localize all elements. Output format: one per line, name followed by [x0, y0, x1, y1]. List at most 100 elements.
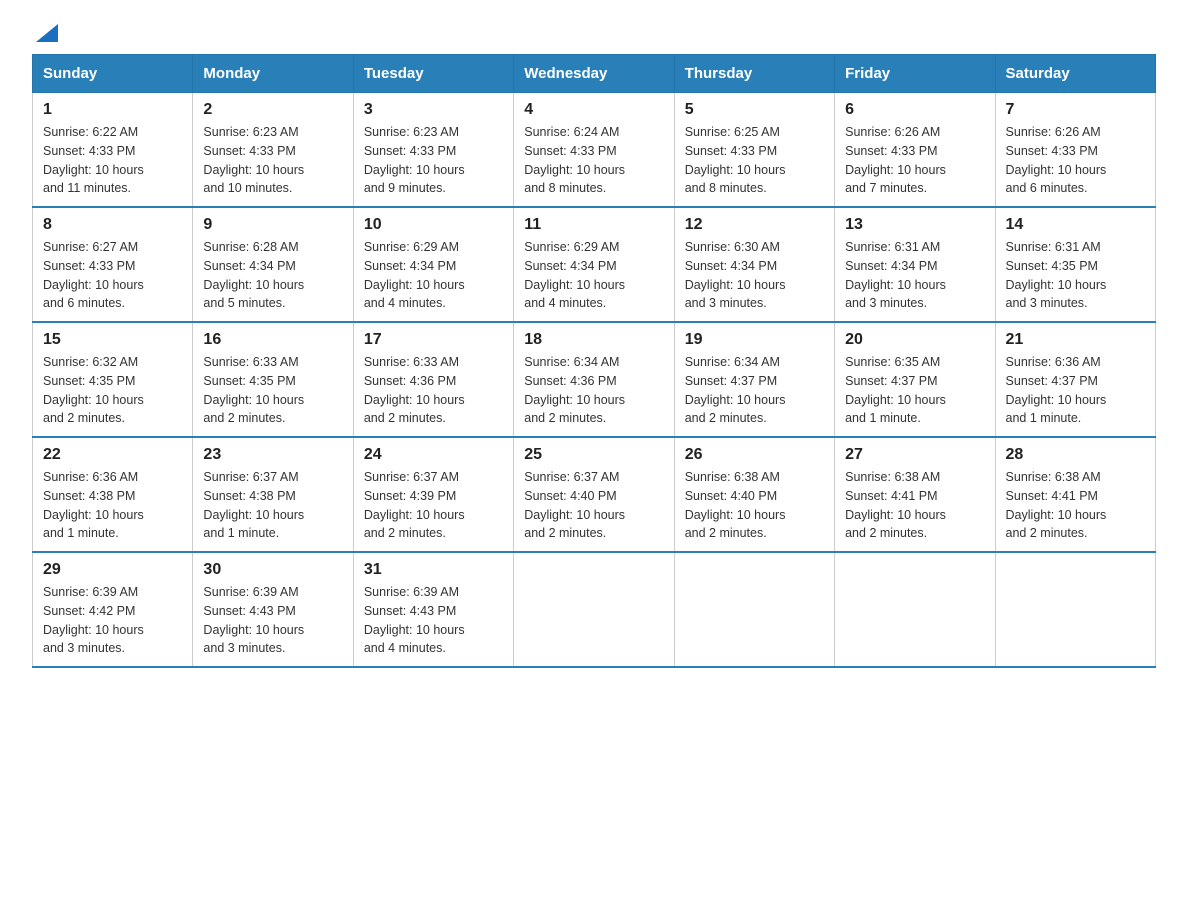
calendar-week-row: 29 Sunrise: 6:39 AMSunset: 4:42 PMDaylig…: [33, 552, 1156, 667]
day-info: Sunrise: 6:30 AMSunset: 4:34 PMDaylight:…: [685, 240, 786, 310]
day-number: 8: [43, 216, 182, 234]
day-info: Sunrise: 6:36 AMSunset: 4:37 PMDaylight:…: [1006, 355, 1107, 425]
day-number: 22: [43, 446, 182, 464]
day-info: Sunrise: 6:37 AMSunset: 4:40 PMDaylight:…: [524, 470, 625, 540]
calendar-day-cell: 8 Sunrise: 6:27 AMSunset: 4:33 PMDayligh…: [33, 207, 193, 322]
day-info: Sunrise: 6:26 AMSunset: 4:33 PMDaylight:…: [845, 125, 946, 195]
day-number: 26: [685, 446, 824, 464]
day-info: Sunrise: 6:38 AMSunset: 4:41 PMDaylight:…: [1006, 470, 1107, 540]
day-info: Sunrise: 6:27 AMSunset: 4:33 PMDaylight:…: [43, 240, 144, 310]
calendar-day-cell: [674, 552, 834, 667]
day-info: Sunrise: 6:34 AMSunset: 4:36 PMDaylight:…: [524, 355, 625, 425]
day-number: 11: [524, 216, 663, 234]
day-number: 9: [203, 216, 342, 234]
day-number: 23: [203, 446, 342, 464]
calendar-day-cell: [514, 552, 674, 667]
calendar-day-cell: 31 Sunrise: 6:39 AMSunset: 4:43 PMDaylig…: [353, 552, 513, 667]
day-info: Sunrise: 6:35 AMSunset: 4:37 PMDaylight:…: [845, 355, 946, 425]
day-info: Sunrise: 6:31 AMSunset: 4:34 PMDaylight:…: [845, 240, 946, 310]
day-number: 13: [845, 216, 984, 234]
calendar-day-cell: [995, 552, 1155, 667]
calendar-day-cell: 4 Sunrise: 6:24 AMSunset: 4:33 PMDayligh…: [514, 93, 674, 208]
day-info: Sunrise: 6:25 AMSunset: 4:33 PMDaylight:…: [685, 125, 786, 195]
day-number: 19: [685, 331, 824, 349]
col-header-thursday: Thursday: [674, 55, 834, 93]
day-info: Sunrise: 6:22 AMSunset: 4:33 PMDaylight:…: [43, 125, 144, 195]
calendar-week-row: 8 Sunrise: 6:27 AMSunset: 4:33 PMDayligh…: [33, 207, 1156, 322]
calendar-day-cell: 9 Sunrise: 6:28 AMSunset: 4:34 PMDayligh…: [193, 207, 353, 322]
calendar-day-cell: 18 Sunrise: 6:34 AMSunset: 4:36 PMDaylig…: [514, 322, 674, 437]
calendar-day-cell: 10 Sunrise: 6:29 AMSunset: 4:34 PMDaylig…: [353, 207, 513, 322]
day-number: 21: [1006, 331, 1145, 349]
calendar-day-cell: 13 Sunrise: 6:31 AMSunset: 4:34 PMDaylig…: [835, 207, 995, 322]
day-info: Sunrise: 6:31 AMSunset: 4:35 PMDaylight:…: [1006, 240, 1107, 310]
calendar-day-cell: 24 Sunrise: 6:37 AMSunset: 4:39 PMDaylig…: [353, 437, 513, 552]
calendar-day-cell: 19 Sunrise: 6:34 AMSunset: 4:37 PMDaylig…: [674, 322, 834, 437]
calendar-day-cell: 29 Sunrise: 6:39 AMSunset: 4:42 PMDaylig…: [33, 552, 193, 667]
day-number: 4: [524, 101, 663, 119]
calendar-day-cell: 12 Sunrise: 6:30 AMSunset: 4:34 PMDaylig…: [674, 207, 834, 322]
day-number: 27: [845, 446, 984, 464]
day-info: Sunrise: 6:36 AMSunset: 4:38 PMDaylight:…: [43, 470, 144, 540]
day-info: Sunrise: 6:29 AMSunset: 4:34 PMDaylight:…: [524, 240, 625, 310]
col-header-sunday: Sunday: [33, 55, 193, 93]
day-info: Sunrise: 6:39 AMSunset: 4:42 PMDaylight:…: [43, 585, 144, 655]
col-header-saturday: Saturday: [995, 55, 1155, 93]
day-info: Sunrise: 6:33 AMSunset: 4:35 PMDaylight:…: [203, 355, 304, 425]
day-number: 31: [364, 561, 503, 579]
day-number: 16: [203, 331, 342, 349]
day-info: Sunrise: 6:28 AMSunset: 4:34 PMDaylight:…: [203, 240, 304, 310]
logo-triangle-icon: [36, 24, 58, 42]
day-info: Sunrise: 6:38 AMSunset: 4:41 PMDaylight:…: [845, 470, 946, 540]
day-info: Sunrise: 6:38 AMSunset: 4:40 PMDaylight:…: [685, 470, 786, 540]
day-info: Sunrise: 6:24 AMSunset: 4:33 PMDaylight:…: [524, 125, 625, 195]
calendar-day-cell: 11 Sunrise: 6:29 AMSunset: 4:34 PMDaylig…: [514, 207, 674, 322]
day-number: 17: [364, 331, 503, 349]
calendar-day-cell: 16 Sunrise: 6:33 AMSunset: 4:35 PMDaylig…: [193, 322, 353, 437]
calendar-day-cell: 25 Sunrise: 6:37 AMSunset: 4:40 PMDaylig…: [514, 437, 674, 552]
day-info: Sunrise: 6:23 AMSunset: 4:33 PMDaylight:…: [364, 125, 465, 195]
calendar-week-row: 22 Sunrise: 6:36 AMSunset: 4:38 PMDaylig…: [33, 437, 1156, 552]
calendar-day-cell: 20 Sunrise: 6:35 AMSunset: 4:37 PMDaylig…: [835, 322, 995, 437]
day-number: 2: [203, 101, 342, 119]
day-info: Sunrise: 6:39 AMSunset: 4:43 PMDaylight:…: [364, 585, 465, 655]
day-number: 6: [845, 101, 984, 119]
calendar-day-cell: 22 Sunrise: 6:36 AMSunset: 4:38 PMDaylig…: [33, 437, 193, 552]
day-number: 18: [524, 331, 663, 349]
calendar-week-row: 15 Sunrise: 6:32 AMSunset: 4:35 PMDaylig…: [33, 322, 1156, 437]
calendar-week-row: 1 Sunrise: 6:22 AMSunset: 4:33 PMDayligh…: [33, 93, 1156, 208]
calendar-day-cell: 1 Sunrise: 6:22 AMSunset: 4:33 PMDayligh…: [33, 93, 193, 208]
day-number: 15: [43, 331, 182, 349]
day-number: 12: [685, 216, 824, 234]
day-info: Sunrise: 6:23 AMSunset: 4:33 PMDaylight:…: [203, 125, 304, 195]
day-info: Sunrise: 6:37 AMSunset: 4:38 PMDaylight:…: [203, 470, 304, 540]
day-number: 7: [1006, 101, 1145, 119]
day-number: 25: [524, 446, 663, 464]
day-info: Sunrise: 6:37 AMSunset: 4:39 PMDaylight:…: [364, 470, 465, 540]
day-number: 28: [1006, 446, 1145, 464]
calendar-header-row: SundayMondayTuesdayWednesdayThursdayFrid…: [33, 55, 1156, 93]
calendar-body: 1 Sunrise: 6:22 AMSunset: 4:33 PMDayligh…: [33, 93, 1156, 668]
calendar-day-cell: 17 Sunrise: 6:33 AMSunset: 4:36 PMDaylig…: [353, 322, 513, 437]
calendar-day-cell: 7 Sunrise: 6:26 AMSunset: 4:33 PMDayligh…: [995, 93, 1155, 208]
day-info: Sunrise: 6:26 AMSunset: 4:33 PMDaylight:…: [1006, 125, 1107, 195]
col-header-monday: Monday: [193, 55, 353, 93]
calendar-table: SundayMondayTuesdayWednesdayThursdayFrid…: [32, 54, 1156, 668]
day-number: 10: [364, 216, 503, 234]
calendar-day-cell: 26 Sunrise: 6:38 AMSunset: 4:40 PMDaylig…: [674, 437, 834, 552]
day-info: Sunrise: 6:33 AMSunset: 4:36 PMDaylight:…: [364, 355, 465, 425]
day-info: Sunrise: 6:39 AMSunset: 4:43 PMDaylight:…: [203, 585, 304, 655]
col-header-tuesday: Tuesday: [353, 55, 513, 93]
day-number: 30: [203, 561, 342, 579]
logo: [32, 24, 58, 42]
day-info: Sunrise: 6:34 AMSunset: 4:37 PMDaylight:…: [685, 355, 786, 425]
day-info: Sunrise: 6:32 AMSunset: 4:35 PMDaylight:…: [43, 355, 144, 425]
calendar-day-cell: [835, 552, 995, 667]
calendar-day-cell: 5 Sunrise: 6:25 AMSunset: 4:33 PMDayligh…: [674, 93, 834, 208]
day-number: 24: [364, 446, 503, 464]
calendar-day-cell: 2 Sunrise: 6:23 AMSunset: 4:33 PMDayligh…: [193, 93, 353, 208]
day-info: Sunrise: 6:29 AMSunset: 4:34 PMDaylight:…: [364, 240, 465, 310]
day-number: 5: [685, 101, 824, 119]
calendar-day-cell: 6 Sunrise: 6:26 AMSunset: 4:33 PMDayligh…: [835, 93, 995, 208]
day-number: 29: [43, 561, 182, 579]
